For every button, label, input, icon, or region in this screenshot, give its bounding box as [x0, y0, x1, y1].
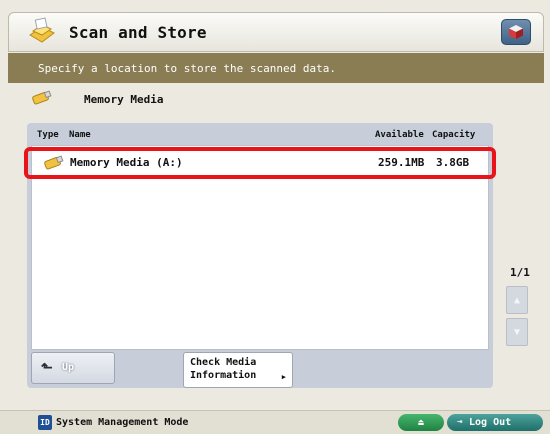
- corner-menu-button[interactable]: [501, 19, 531, 45]
- check-media-label-line2: Information: [190, 370, 257, 381]
- instruction-text: Specify a location to store the scanned …: [38, 62, 337, 75]
- list-header: Type Name Available Capacity: [27, 126, 493, 144]
- column-name: Name: [69, 130, 91, 140]
- chevron-right-icon: ▶: [281, 373, 286, 381]
- page-down-button[interactable]: ▼: [506, 318, 528, 346]
- row-capacity: 3.8GB: [436, 156, 470, 169]
- status-bar: ID System Management Mode ⏏ ⇥ Log Out: [0, 410, 550, 434]
- eject-icon: ⏏: [418, 417, 424, 428]
- triangle-up-icon: ▲: [513, 294, 521, 306]
- row-available: 259.1MB: [378, 156, 425, 169]
- cube-icon: [509, 25, 523, 39]
- row-name: Memory Media (A:): [70, 156, 183, 169]
- up-button[interactable]: ⬑ Up: [31, 352, 115, 384]
- scan-and-store-icon: [29, 17, 55, 43]
- memory-media-icon: [32, 90, 52, 105]
- up-button-label: Up: [62, 362, 75, 373]
- instruction-bar: Specify a location to store the scanned …: [8, 53, 544, 83]
- column-type: Type: [37, 130, 59, 140]
- title-bar: Scan and Store: [8, 12, 544, 52]
- column-available: Available: [375, 130, 424, 140]
- logout-icon: ⇥: [457, 417, 463, 427]
- mode-label: System Management Mode: [56, 417, 189, 428]
- check-media-information-button[interactable]: Check Media Information ▶: [183, 352, 293, 388]
- screen: Scan and Store Specify a location to sto…: [0, 0, 550, 434]
- eject-button[interactable]: ⏏: [398, 414, 444, 431]
- up-arrow-icon: ⬑: [41, 360, 53, 376]
- column-capacity: Capacity: [432, 130, 476, 140]
- location-label: Memory Media: [84, 93, 164, 106]
- logout-button[interactable]: ⇥ Log Out: [447, 414, 543, 431]
- list-item[interactable]: Memory Media (A:) 259.1MB 3.8GB: [24, 147, 496, 179]
- page-up-button[interactable]: ▲: [506, 286, 528, 314]
- id-icon: ID: [38, 415, 52, 430]
- media-list: Memory Media (A:) 259.1MB 3.8GB: [24, 145, 496, 350]
- logout-label: Log Out: [469, 417, 512, 428]
- media-list-panel: Type Name Available Capacity Memory Medi…: [24, 123, 496, 388]
- memory-media-icon: [44, 155, 64, 170]
- check-media-label-line1: Check Media: [190, 357, 257, 368]
- page-title: Scan and Store: [69, 23, 207, 42]
- page-indicator: 1/1: [510, 266, 530, 279]
- triangle-down-icon: ▼: [513, 326, 521, 338]
